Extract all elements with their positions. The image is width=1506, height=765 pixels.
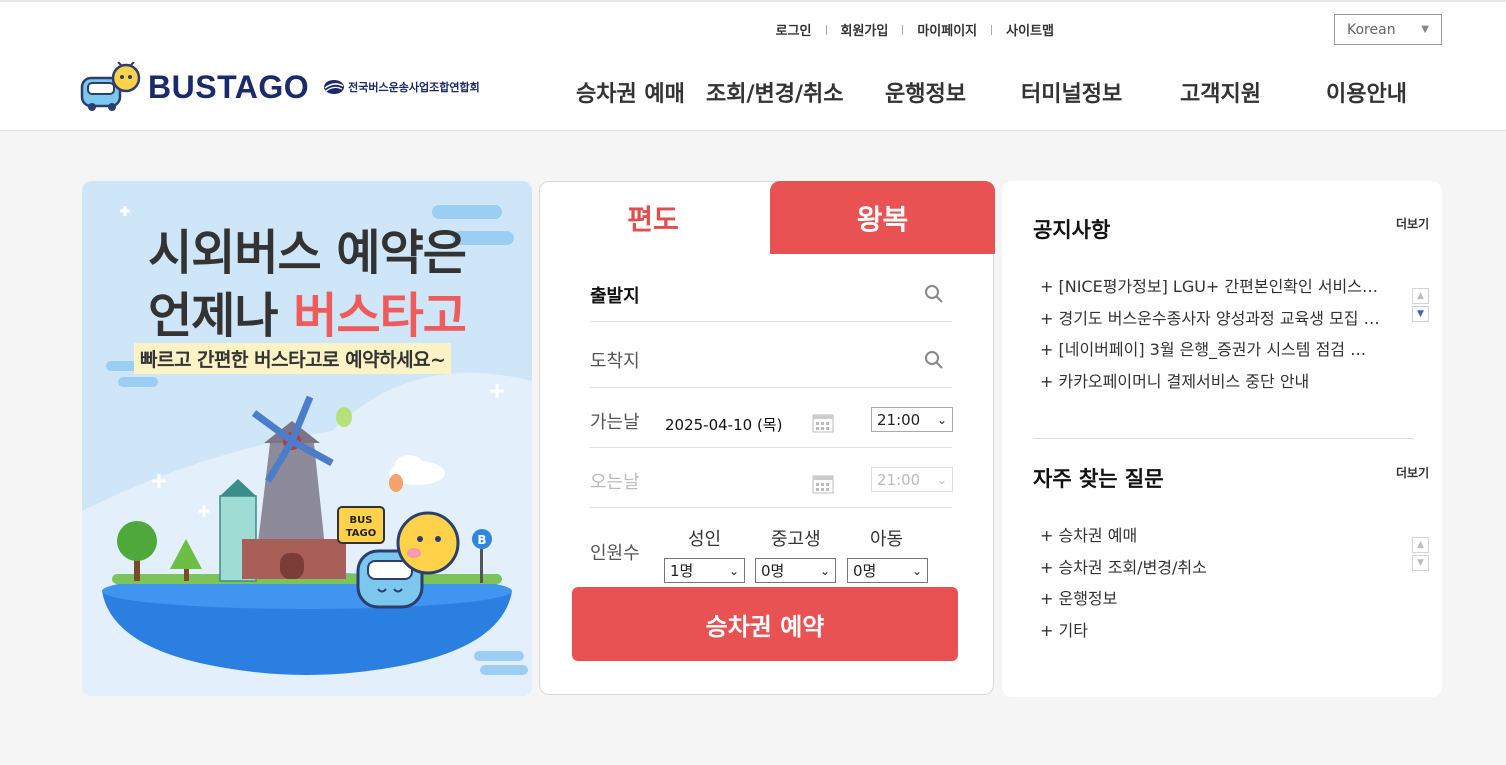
faq-item[interactable]: + 운행정보	[1040, 583, 1380, 615]
chevron-down-icon: ⌄	[936, 412, 947, 427]
signup-link[interactable]: 회원가입	[841, 20, 889, 39]
nav-item-guide[interactable]: 이용안내	[1326, 76, 1407, 108]
chevron-down-icon: ⌄	[911, 563, 922, 578]
chevron-down-icon: ⌄	[728, 563, 739, 578]
departure-label: 출발지	[590, 286, 640, 307]
chevron-down-icon: ⌄	[936, 472, 947, 487]
banner-headline-1: 시외버스 예약은	[148, 225, 467, 281]
go-date-row: 가는날 2025-04-10 (목) 21:00 ⌄	[590, 388, 953, 448]
banner-headline-prefix: 언제나	[148, 288, 294, 344]
arrival-field[interactable]: 도착지	[590, 322, 952, 388]
sitemap-link[interactable]: 사이트맵	[1006, 20, 1054, 39]
site-header: 로그인 회원가입 마이페이지 사이트맵 Korean ▼ BUSTAGO 전국버…	[0, 0, 1506, 131]
banner-headline-2: 언제나 버스타고	[82, 276, 532, 346]
association-emblem-icon	[324, 80, 345, 94]
notice-item[interactable]: + [NICE평가정보] LGU+ 간편본인확인 서비스 일시 중단 안내	[1040, 271, 1380, 303]
association-name: 전국버스운송사업조합연합회	[348, 81, 480, 94]
chevron-down-icon: ▼	[1421, 24, 1429, 35]
bus-mascot-logo-icon	[80, 62, 141, 111]
nav-item-support[interactable]: 고객지원	[1180, 76, 1261, 108]
notice-scroll-controls: ▲ ▼	[1412, 288, 1429, 324]
bus-sign-line1: BUS	[350, 515, 373, 526]
bus-stop-sign: B	[477, 533, 486, 547]
separator	[991, 24, 993, 35]
child-count-select[interactable]: 0명 ⌄	[847, 558, 928, 583]
return-date-row: 오는날 21:00 ⌄	[590, 448, 953, 508]
faq-item[interactable]: + 승차권 조회/변경/취소	[1040, 552, 1380, 584]
notice-more-link[interactable]: 더보기	[1396, 215, 1429, 232]
association-logo: 전국버스운송사업조합연합회	[323, 79, 480, 95]
reservation-panel: 편도 왕복 출발지 도착지 가는날 2025-04-10 (목) 21:00 ⌄ …	[539, 181, 995, 695]
chevron-down-icon[interactable]: ▼	[1412, 306, 1429, 322]
tab-round-trip[interactable]: 왕복	[770, 181, 995, 254]
banner-subtitle: 빠르고 간편한 버스타고로 예약하세요~	[134, 343, 452, 374]
utility-menu: 로그인 회원가입 마이페이지 사이트맵	[776, 20, 1054, 39]
logo-text: BUSTAGO	[148, 68, 310, 105]
notice-item[interactable]: + 경기도 버스운수종사자 양성과정 교육생 모집 안내	[1040, 303, 1380, 335]
adult-count-select[interactable]: 1명 ⌄	[664, 558, 745, 583]
go-date-label: 가는날	[590, 412, 640, 433]
faq-item[interactable]: + 승차권 예매	[1040, 520, 1380, 552]
go-time-select[interactable]: 21:00 ⌄	[871, 407, 953, 432]
separator	[902, 24, 904, 35]
faq-list: + 승차권 예매 + 승차권 조회/변경/취소 + 운행정보 + 기타	[1040, 520, 1380, 646]
banner-headline-highlight: 버스타고	[293, 288, 467, 344]
return-time-value: 21:00	[877, 470, 921, 489]
faq-scroll-controls: ▲ ▼	[1412, 537, 1429, 573]
notice-list: + [NICE평가정보] LGU+ 간편본인확인 서비스 일시 중단 안내 + …	[1040, 271, 1380, 397]
faq-item[interactable]: + 기타	[1040, 615, 1380, 647]
tab-one-way[interactable]: 편도	[540, 182, 766, 254]
youth-count-value: 0명	[761, 562, 785, 580]
search-icon[interactable]	[924, 284, 944, 304]
chevron-down-icon: ⌄	[819, 563, 830, 578]
departure-field[interactable]: 출발지	[590, 270, 952, 322]
adult-count-value: 1명	[670, 562, 694, 580]
calendar-icon[interactable]	[812, 413, 834, 433]
return-time-select[interactable]: 21:00 ⌄	[871, 467, 953, 492]
child-count-value: 0명	[853, 562, 877, 580]
separator	[825, 24, 827, 35]
go-date-value[interactable]: 2025-04-10 (목)	[665, 414, 782, 435]
calendar-icon[interactable]	[812, 474, 834, 494]
login-link[interactable]: 로그인	[776, 20, 812, 39]
chevron-up-icon[interactable]: ▲	[1412, 537, 1429, 553]
chevron-up-icon[interactable]: ▲	[1412, 288, 1429, 304]
arrival-label: 도착지	[590, 351, 640, 372]
faq-more-link[interactable]: 더보기	[1396, 464, 1429, 481]
passengers-label: 인원수	[590, 543, 640, 564]
bus-sign-line2: TAGO	[346, 528, 377, 539]
nav-item-terminal[interactable]: 터미널정보	[1021, 76, 1122, 108]
faq-title: 자주 찾는 질문	[1033, 467, 1164, 491]
youth-label: 중고생	[771, 529, 821, 550]
board-panel: 공지사항 더보기 + [NICE평가정보] LGU+ 간편본인확인 서비스 일시…	[1002, 181, 1442, 697]
nav-item-schedule[interactable]: 운행정보	[885, 76, 966, 108]
section-divider	[1033, 438, 1414, 439]
adult-label: 성인	[688, 529, 722, 550]
language-value: Korean	[1347, 21, 1396, 38]
book-ticket-button[interactable]: 승차권 예약	[572, 587, 958, 661]
return-date-label: 오는날	[590, 472, 640, 493]
go-time-value: 21:00	[877, 410, 921, 429]
notice-item[interactable]: + [네이버페이] 3월 은행_증권가 시스템 점검 일정 안내	[1040, 334, 1380, 366]
site-logo[interactable]: BUSTAGO 전국버스운송사업조합연합회	[80, 62, 480, 112]
nav-item-inquiry[interactable]: 조회/변경/취소	[706, 76, 844, 108]
notice-item[interactable]: + 카카오페이머니 결제서비스 중단 안내	[1040, 366, 1380, 398]
search-icon[interactable]	[924, 350, 944, 370]
child-label: 아동	[870, 529, 904, 550]
chevron-down-icon[interactable]: ▼	[1412, 555, 1429, 571]
language-select[interactable]: Korean ▼	[1334, 14, 1442, 45]
notice-title: 공지사항	[1033, 218, 1111, 242]
youth-count-select[interactable]: 0명 ⌄	[755, 558, 836, 583]
mypage-link[interactable]: 마이페이지	[917, 20, 977, 39]
nav-item-booking[interactable]: 승차권 예매	[576, 76, 685, 108]
promo-banner[interactable]: B BUS TAGO 시외버스 예약은 언제나 버스타고 빠르고 간편한 버스타…	[82, 181, 532, 696]
